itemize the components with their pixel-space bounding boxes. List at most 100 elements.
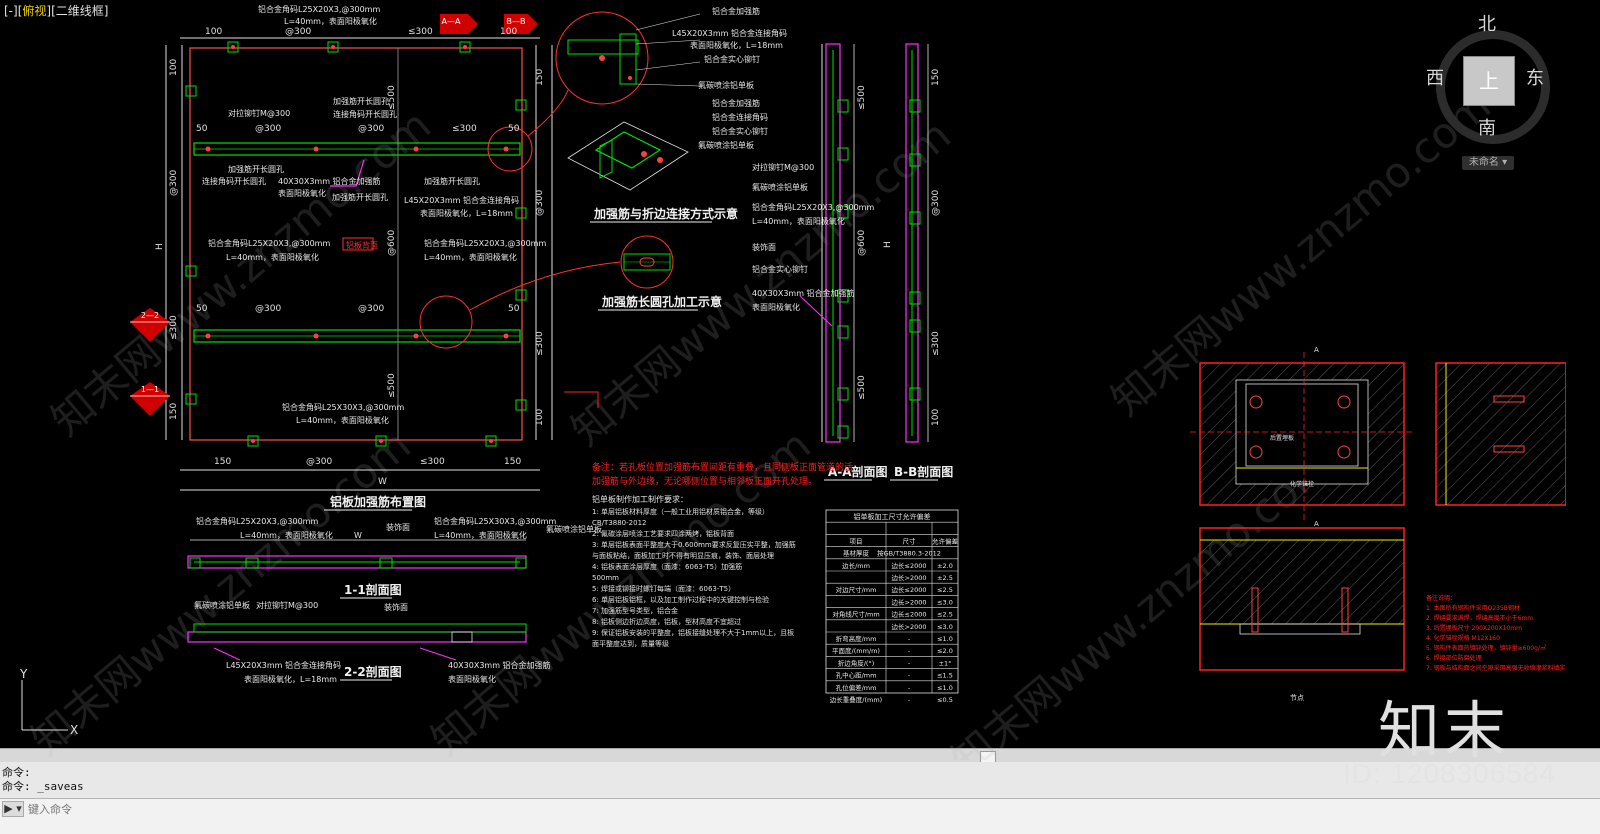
svg-text:@600: @600: [387, 230, 397, 256]
svg-text:≤300: ≤300: [420, 457, 445, 467]
table-cell: 孔位偏差/mm: [836, 683, 877, 692]
svg-text:6: 单层铝板铝框，以及加工制作过程中的关键控制与检验: 6: 单层铝板铝框，以及加工制作过程中的关键控制与检验: [592, 595, 769, 604]
visual-style-selector[interactable]: 二维线框: [56, 4, 104, 18]
svg-text:≤500: ≤500: [857, 85, 867, 110]
svg-text:100: 100: [500, 27, 517, 37]
viewport-controls[interactable]: [-][俯视][二维线框]: [4, 2, 108, 19]
svg-text:CB/T3880-2012: CB/T3880-2012: [592, 519, 646, 527]
svg-text:加强筋与外边缘，无论哪侧位置与相邻板正面开孔处理。: 加强筋与外边缘，无论哪侧位置与相邻板正面开孔处理。: [592, 475, 817, 487]
svg-text:L45X20X3mm 铝合金连接角码: L45X20X3mm 铝合金连接角码: [404, 195, 519, 205]
svg-text:5. 钢构件表面热镀锌处理，镀锌量≥600g/㎡: 5. 钢构件表面热镀锌处理，镀锌量≥600g/㎡: [1426, 644, 1546, 652]
compass-east[interactable]: 东: [1526, 64, 1544, 90]
svg-text:后置埋板: 后置埋板: [1270, 434, 1294, 442]
svg-text:A: A: [1314, 520, 1319, 528]
viewcube[interactable]: 北 南 西 东 上 未命名 ▾: [1426, 8, 1560, 170]
svg-text:装饰面: 装饰面: [386, 522, 410, 532]
table-cell: -: [908, 672, 911, 680]
svg-text:加强筋开长圆孔: 加强筋开长圆孔: [333, 96, 389, 106]
svg-text:铝合金实心铆钉: 铝合金实心铆钉: [712, 126, 768, 136]
svg-text:150: 150: [169, 403, 179, 420]
svg-text:6. 焊接部位防腐处理: 6. 焊接部位防腐处理: [1426, 654, 1482, 662]
svg-text:50: 50: [508, 124, 520, 134]
svg-text:100: 100: [169, 59, 179, 76]
wcs-menu[interactable]: 未命名 ▾: [1462, 156, 1514, 170]
compass-west[interactable]: 西: [1426, 64, 1444, 90]
section-marker-2-2[interactable]: 2—2: [130, 308, 170, 342]
command-input[interactable]: [26, 800, 630, 818]
section-11-title: 1-1剖面图: [344, 582, 402, 597]
section-marker-1-1[interactable]: 1—1: [130, 382, 170, 416]
vertical-scrollbar[interactable]: [1566, 0, 1600, 748]
viewcube-top-face[interactable]: 上: [1463, 56, 1515, 106]
svg-text:L=40mm，表面阳极氧化: L=40mm，表面阳极氧化: [296, 415, 389, 425]
svg-text:W: W: [354, 531, 362, 540]
command-prompt-icon[interactable]: ▶ ▾: [2, 801, 24, 817]
svg-text:铝合金角码L25X30X3,@300mm: 铝合金角码L25X30X3,@300mm: [282, 402, 404, 412]
svg-text:对拉铆钉M@300: 对拉铆钉M@300: [228, 108, 290, 118]
svg-text:@300: @300: [358, 304, 384, 314]
plan-view: A—A B—B 2—2 1—1 100 @300 ≤300 100 150 @3…: [130, 4, 621, 511]
svg-text:5: 焊接或铆接时螺钉每端（面漆：6063-T5）: 5: 焊接或铆接时螺钉每端（面漆：6063-T5）: [592, 584, 735, 593]
table-cell: -: [908, 684, 911, 692]
svg-text:40X30X3mm 铝合金加强筋: 40X30X3mm 铝合金加强筋: [278, 176, 381, 186]
svg-text:加强筋开长圆孔: 加强筋开长圆孔: [424, 176, 480, 186]
svg-text:≤300: ≤300: [169, 315, 179, 340]
svg-text:A—A: A—A: [442, 17, 461, 26]
table-cell: ≤1.0: [937, 635, 953, 643]
svg-text:A: A: [1314, 346, 1319, 354]
compass-north[interactable]: 北: [1478, 10, 1496, 36]
svg-text:H: H: [883, 241, 893, 248]
table-cell: 边长≤2000: [892, 561, 927, 570]
drawing-canvas[interactable]: [-][俯视][二维线框] 知末网www.znzmo.com 知末网www.zn…: [0, 0, 1600, 760]
viewport-bracket: ][: [46, 4, 56, 18]
table-cell: ≤3.0: [937, 623, 953, 631]
svg-text:40X30X3mm 铝合金加强筋: 40X30X3mm 铝合金加强筋: [448, 660, 551, 670]
svg-text:2—2: 2—2: [141, 311, 159, 320]
table-cell: 孔中心距/mm: [836, 671, 877, 680]
svg-text:与面板粘结，面板加工时不得有明显压痕，装饰、面层处理: 与面板粘结，面板加工时不得有明显压痕，装饰、面层处理: [592, 551, 774, 560]
svg-text:@600: @600: [857, 230, 867, 256]
svg-text:备注说明：: 备注说明：: [1426, 594, 1456, 602]
svg-text:铝合金角码L25X20X3,@300mm: 铝合金角码L25X20X3,@300mm: [208, 238, 330, 248]
svg-text:L=40mm，表面阳极氧化: L=40mm，表面阳极氧化: [284, 16, 377, 26]
svg-text:@300: @300: [358, 124, 384, 134]
svg-text:铝板背面: 铝板背面: [346, 240, 378, 250]
svg-text:铝合金角码L25X20X3,@300mm: 铝合金角码L25X20X3,@300mm: [196, 516, 318, 526]
command-line[interactable]: ▶ ▾: [0, 798, 1600, 834]
svg-text:加强筋开长圆孔: 加强筋开长圆孔: [228, 164, 284, 174]
command-history-line: 命令:: [2, 766, 31, 779]
tolerance-table: 铝单板加工尺寸允许偏差项目 尺寸 允许偏差基材厚度 按GB/T3880.3-2012 边…: [825, 509, 959, 704]
svg-text:50: 50: [196, 304, 208, 314]
svg-text:≤300: ≤300: [452, 124, 477, 134]
detail-title-slot: 加强筋长圆孔加工示意: [601, 294, 722, 309]
svg-text:H: H: [155, 243, 165, 250]
table-cell: -: [908, 635, 911, 643]
svg-text:节点: 节点: [1290, 694, 1304, 702]
svg-text:连接角码开长圆孔: 连接角码开长圆孔: [202, 176, 266, 186]
ucs-icon: Y X: [19, 667, 78, 737]
table-cell: -: [908, 696, 911, 704]
svg-text:150: 150: [931, 69, 941, 86]
svg-text:对拉铆钉M@300: 对拉铆钉M@300: [256, 600, 318, 610]
svg-text:L=40mm，表面阳极氧化: L=40mm，表面阳极氧化: [752, 216, 845, 226]
table-cell: ≤1.5: [937, 672, 953, 680]
svg-text:150: 150: [504, 457, 521, 467]
svg-text:氟碳喷涂铝单板: 氟碳喷涂铝单板: [698, 80, 754, 90]
spec-notes: 备注：若孔板位置加强筋布置间距有重叠，且同侧板正面管道的话 加强筋与外边缘，无论…: [592, 461, 853, 648]
svg-text:表面阳极氧化: 表面阳极氧化: [752, 302, 800, 312]
section-marker-a-a[interactable]: A—A: [440, 14, 478, 34]
plan-title: 铝板加强筋布置图: [330, 494, 426, 509]
svg-text:L=40mm，表面阳极氧化: L=40mm，表面阳极氧化: [226, 252, 319, 262]
view-selector[interactable]: 俯视: [22, 4, 46, 18]
svg-text:铝合金角码L25X20X3,@300mm: 铝合金角码L25X20X3,@300mm: [424, 238, 546, 248]
table-cell: 边长重叠度/(mm): [830, 695, 882, 704]
svg-text:铝合金角码L25X30X3,@300mm: 铝合金角码L25X30X3,@300mm: [434, 516, 556, 526]
svg-text:L=40mm，表面阳极氧化: L=40mm，表面阳极氧化: [424, 252, 517, 262]
svg-text:加强筋开长圆孔: 加强筋开长圆孔: [332, 192, 388, 202]
compass-south[interactable]: 南: [1478, 114, 1496, 140]
svg-text:X: X: [70, 723, 78, 737]
svg-text:150: 150: [535, 69, 545, 86]
svg-text:1: 单层铝板材料厚度（一般工业用铝材质铝合金，等级）: 1: 单层铝板材料厚度（一般工业用铝材质铝合金，等级）: [592, 507, 769, 516]
svg-text:铝合金角码L25X20X3,@300mm: 铝合金角码L25X20X3,@300mm: [258, 4, 380, 14]
svg-text:≤300: ≤300: [931, 331, 941, 356]
